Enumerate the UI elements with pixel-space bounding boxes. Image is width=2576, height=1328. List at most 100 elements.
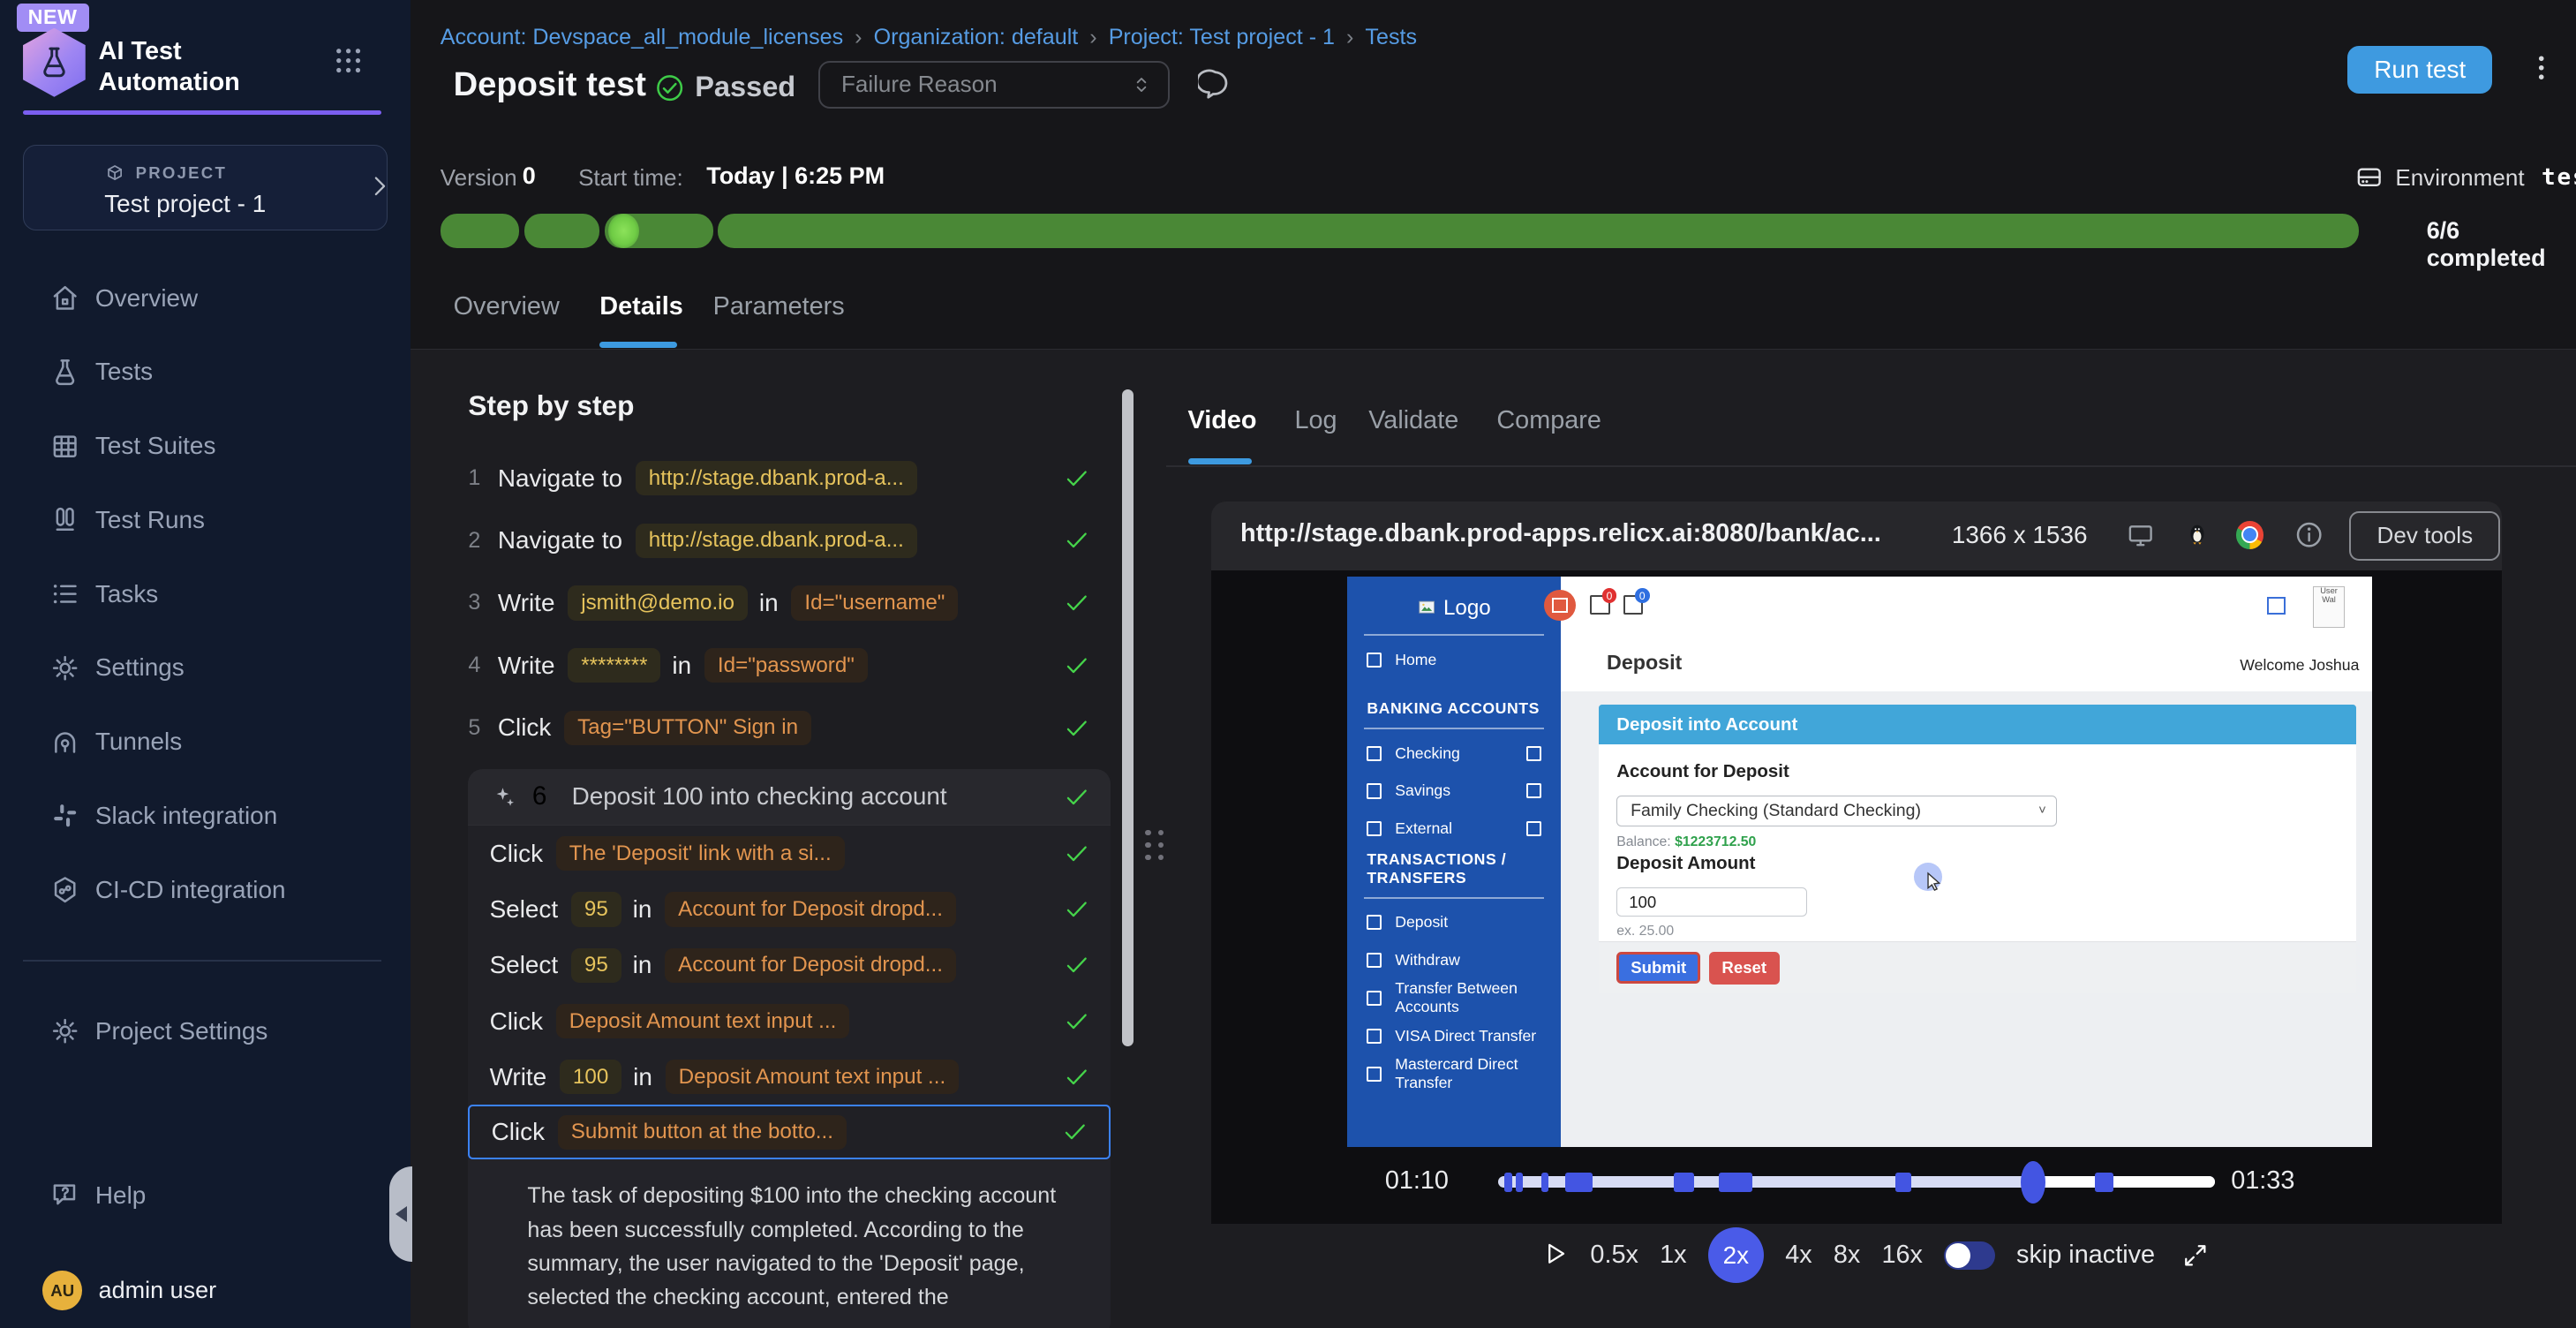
sidebar-collapse-handle[interactable]: [389, 1166, 412, 1262]
step-value-chip[interactable]: 100: [560, 1060, 621, 1094]
timeline-event-marker[interactable]: [1674, 1173, 1694, 1192]
kebab-menu-icon[interactable]: [2527, 53, 2556, 87]
cursor-icon: [1914, 863, 1950, 899]
step-row[interactable]: 4Write********inId="password": [468, 634, 1111, 697]
sidebar-divider: [23, 960, 381, 962]
step-row[interactable]: Write100inDeposit Amount text input ...: [468, 1049, 1111, 1105]
speed-2x-button[interactable]: 2x: [1708, 1227, 1764, 1283]
step-row[interactable]: ClickThe 'Deposit' link with a si...: [468, 826, 1111, 881]
timeline-event-marker[interactable]: [2095, 1173, 2113, 1192]
bank-account-select: Family Checking (Standard Checking)˅: [1616, 796, 2057, 826]
timeline-event-marker[interactable]: [1895, 1173, 1911, 1192]
step-row[interactable]: 2Navigate tohttp://stage.dbank.prod-a...: [468, 509, 1111, 572]
speed-8x-button[interactable]: 8x: [1834, 1241, 1860, 1270]
step-value-chip[interactable]: jsmith@demo.io: [568, 585, 748, 620]
bank-topright-icon: [2267, 597, 2286, 615]
info-icon[interactable]: [2294, 519, 2324, 550]
step-locator-chip[interactable]: Tag="BUTTON" Sign in: [564, 711, 811, 745]
sidebar-item-settings[interactable]: Settings: [0, 631, 411, 706]
sparkle-icon: [490, 783, 518, 811]
step-verb: Click: [490, 1007, 543, 1036]
tab-parameters[interactable]: Parameters: [713, 292, 845, 321]
step-row[interactable]: 5ClickTag="BUTTON" Sign in: [468, 697, 1111, 759]
dev-tools-button[interactable]: Dev tools: [2349, 511, 2500, 561]
sidebar-item-ci-cd-integration[interactable]: CI-CD integration: [0, 853, 411, 927]
project-selector[interactable]: PROJECT Test project - 1: [23, 145, 388, 230]
bank-content: Deposit into Account Account for Deposit…: [1561, 691, 2372, 1146]
apps-grid-icon[interactable]: [332, 44, 365, 77]
timeline-event-marker[interactable]: [1719, 1173, 1752, 1192]
sidebar-item-test-runs[interactable]: Test Runs: [0, 483, 411, 557]
step-number: 4: [468, 653, 497, 678]
bank-welcome: Welcome Joshua: [2240, 656, 2359, 675]
bank-nav-item: Mastercard Direct Transfer: [1347, 1055, 1561, 1093]
breadcrumb-organization[interactable]: Organization: default: [874, 25, 1079, 49]
step-locator-chip[interactable]: Deposit Amount text input ...: [666, 1060, 959, 1094]
tab-log[interactable]: Log: [1294, 406, 1337, 435]
fullscreen-icon[interactable]: [2181, 1241, 2210, 1270]
run-test-button[interactable]: Run test: [2347, 46, 2492, 94]
step-locator-chip[interactable]: Id="username": [791, 585, 958, 620]
step-row[interactable]: 1Navigate tohttp://stage.dbank.prod-a...: [468, 447, 1111, 509]
sidebar-item-tunnels[interactable]: Tunnels: [0, 705, 411, 779]
step-row[interactable]: 3Writejsmith@demo.ioinId="username": [468, 572, 1111, 635]
speed-1x-button[interactable]: 1x: [1660, 1241, 1686, 1270]
panel-drag-handle[interactable]: [1145, 830, 1164, 860]
timeline-event-marker[interactable]: [1516, 1173, 1523, 1192]
step-locator-chip[interactable]: Account for Deposit dropd...: [665, 948, 956, 983]
tab-validate[interactable]: Validate: [1368, 406, 1458, 435]
app-window: NEW AI Test Automation PROJECT Test proj…: [0, 0, 2576, 1328]
recording-indicator-icon: [1544, 590, 1575, 621]
step-locator-chip[interactable]: The 'Deposit' link with a si...: [556, 836, 845, 871]
play-button[interactable]: [1541, 1240, 1570, 1271]
step-row[interactable]: Select95inAccount for Deposit dropd...: [468, 881, 1111, 937]
breadcrumb-project[interactable]: Project: Test project - 1: [1109, 25, 1335, 49]
speed-4x-button[interactable]: 4x: [1785, 1241, 1811, 1270]
step-row[interactable]: Click Deposit Amount text input ...: [468, 993, 1111, 1049]
bank-section-header: BANKING ACCOUNTS: [1347, 679, 1561, 723]
tunnel-icon: [49, 726, 80, 757]
sidebar-item-label: Tunnels: [95, 728, 182, 756]
breadcrumb-tests[interactable]: Tests: [1365, 25, 1417, 49]
tab-overview[interactable]: Overview: [454, 292, 560, 321]
failure-reason-select[interactable]: Failure Reason: [818, 61, 1170, 109]
sidebar-item-tasks[interactable]: Tasks: [0, 557, 411, 631]
step-value-chip[interactable]: 95: [571, 948, 621, 983]
step-locator-chip[interactable]: Account for Deposit dropd...: [665, 892, 956, 926]
bank-nav-item: Home: [1347, 641, 1561, 679]
bank-submit-button: Submit: [1616, 952, 1700, 983]
video-timeline[interactable]: [1498, 1176, 2214, 1188]
slack-icon: [49, 800, 80, 831]
step-value-chip[interactable]: 95: [571, 892, 621, 926]
user-menu[interactable]: AU admin user: [0, 1254, 411, 1328]
sidebar-item-label: Test Suites: [95, 432, 216, 460]
step-value-chip[interactable]: http://stage.dbank.prod-a...: [636, 524, 917, 558]
sidebar-item-tests[interactable]: Tests: [0, 336, 411, 410]
sidebar-item-test-suites[interactable]: Test Suites: [0, 409, 411, 483]
timeline-event-marker[interactable]: [1565, 1173, 1593, 1192]
speed-0.5x-button[interactable]: 0.5x: [1590, 1241, 1638, 1270]
step-value-chip[interactable]: http://stage.dbank.prod-a...: [636, 461, 917, 495]
step-value-chip[interactable]: ********: [568, 648, 660, 683]
sidebar-item-slack-integration[interactable]: Slack integration: [0, 779, 411, 853]
step-group-header[interactable]: 6Deposit 100 into checking account: [468, 769, 1111, 826]
skip-inactive-toggle[interactable]: [1944, 1241, 1995, 1270]
comment-icon[interactable]: [1198, 67, 1232, 102]
step-locator-chip[interactable]: Submit button at the botto...: [558, 1115, 847, 1150]
breadcrumb-account[interactable]: Account: Devspace_all_module_licenses: [441, 25, 843, 49]
step-row[interactable]: ClickSubmit button at the botto...: [468, 1105, 1111, 1159]
step-row[interactable]: Select95inAccount for Deposit dropd...: [468, 938, 1111, 993]
steps-scrollbar[interactable]: [1122, 389, 1134, 1046]
timeline-event-marker[interactable]: [1541, 1173, 1548, 1192]
sidebar-item-overview[interactable]: Overview: [0, 261, 411, 336]
sidebar-item-project-settings[interactable]: Project Settings: [0, 994, 460, 1068]
step-locator-chip[interactable]: Id="password": [704, 648, 868, 683]
step-locator-chip[interactable]: Deposit Amount text input ...: [556, 1004, 849, 1038]
speed-16x-button[interactable]: 16x: [1881, 1241, 1922, 1270]
step-connector: in: [633, 1063, 652, 1091]
page-header: Account: Devspace_all_module_licenses Org…: [411, 0, 2576, 350]
tab-compare[interactable]: Compare: [1496, 406, 1601, 435]
timeline-event-marker[interactable]: [1504, 1173, 1513, 1192]
tab-video[interactable]: Video: [1188, 406, 1257, 435]
tab-details[interactable]: Details: [599, 292, 683, 321]
